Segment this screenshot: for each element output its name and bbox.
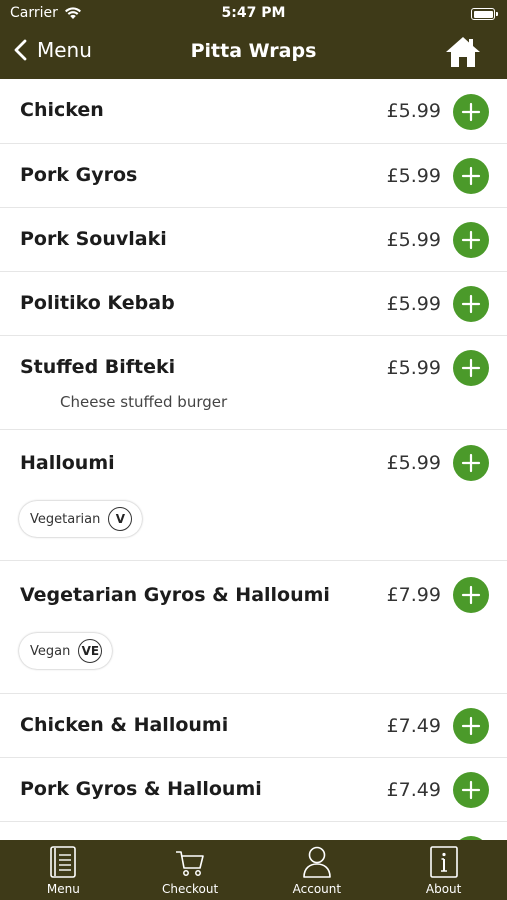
add-to-cart-button[interactable] — [453, 350, 489, 386]
item-name: Pork Gyros & Halloumi — [20, 778, 262, 800]
dietary-tag: Vegan VE — [19, 633, 113, 669]
tab-account-label: Account — [292, 882, 342, 896]
list-item-partial — [0, 822, 507, 840]
item-name: Chicken — [20, 99, 104, 121]
item-name: Pork Gyros — [20, 164, 138, 186]
item-name: Stuffed Bifteki — [20, 356, 176, 378]
item-price: £5.99 — [386, 452, 441, 474]
back-button[interactable]: Menu — [14, 38, 92, 62]
tab-account[interactable]: Account — [254, 840, 381, 900]
plus-icon — [461, 453, 481, 473]
list-item: Pork Gyros £5.99 — [0, 144, 507, 208]
info-icon — [429, 846, 458, 878]
plus-icon — [461, 102, 481, 122]
item-price: £5.99 — [386, 293, 441, 315]
navigation-bar: Menu Pitta Wraps — [0, 28, 507, 79]
cart-icon — [176, 851, 204, 876]
add-to-cart-button[interactable] — [453, 94, 489, 130]
item-name: Halloumi — [20, 452, 115, 474]
battery-icon — [471, 8, 498, 20]
add-to-cart-button[interactable] — [453, 286, 489, 322]
item-price: £7.49 — [386, 715, 441, 737]
add-to-cart-button[interactable] — [453, 445, 489, 481]
item-price: £5.99 — [386, 165, 441, 187]
tab-menu[interactable]: Menu — [0, 840, 127, 900]
item-name: Chicken & Halloumi — [20, 714, 229, 736]
item-price: £7.99 — [386, 584, 441, 606]
list-item: Vegetarian Gyros & Halloumi £7.99 Vegan … — [0, 561, 507, 694]
dietary-tag: Vegetarian V — [19, 501, 143, 537]
tab-about[interactable]: About — [380, 840, 507, 900]
tab-checkout-label: Checkout — [162, 882, 219, 896]
menu-book-icon — [50, 846, 77, 878]
list-item: Halloumi £5.99 Vegetarian V — [0, 430, 507, 561]
plus-icon — [461, 358, 481, 378]
chevron-left-icon — [14, 39, 27, 61]
person-icon — [303, 846, 331, 878]
dietary-tag-label: Vegan — [30, 643, 71, 659]
tab-checkout[interactable]: Checkout — [127, 840, 254, 900]
plus-icon — [461, 230, 481, 250]
item-price: £5.99 — [386, 357, 441, 379]
plus-icon — [461, 585, 481, 605]
plus-icon — [461, 780, 481, 800]
list-item: Pork Gyros & Halloumi £7.49 — [0, 758, 507, 822]
item-price: £5.99 — [386, 100, 441, 122]
list-item: Pork Souvlaki £5.99 — [0, 208, 507, 272]
item-price: £7.49 — [386, 779, 441, 801]
item-name: Pork Souvlaki — [20, 228, 167, 250]
tab-bar: Menu Checkout Account About — [0, 840, 507, 900]
list-item: Stuffed Bifteki £5.99 Cheese stuffed bur… — [0, 336, 507, 430]
home-button[interactable] — [445, 36, 481, 72]
list-item: Chicken £5.99 — [0, 79, 507, 144]
add-to-cart-button[interactable] — [453, 158, 489, 194]
add-to-cart-button[interactable] — [453, 772, 489, 808]
add-to-cart-button[interactable] — [453, 577, 489, 613]
status-time: 5:47 PM — [221, 5, 286, 21]
vegetarian-badge-icon: V — [108, 507, 133, 531]
status-bar: Carrier 5:47 PM — [0, 0, 507, 28]
item-name: Vegetarian Gyros & Halloumi — [20, 584, 330, 606]
list-item: Chicken & Halloumi £7.49 — [0, 694, 507, 758]
plus-icon — [461, 166, 481, 186]
item-description: Cheese stuffed burger — [60, 393, 228, 411]
item-price: £5.99 — [386, 229, 441, 251]
item-name: Politiko Kebab — [20, 292, 175, 314]
product-list: Chicken £5.99 Pork Gyros £5.99 Pork Souv… — [0, 79, 507, 840]
plus-icon — [461, 294, 481, 314]
add-to-cart-button[interactable] — [453, 708, 489, 744]
tab-menu-label: Menu — [46, 882, 80, 896]
plus-icon — [461, 716, 481, 736]
add-to-cart-button[interactable] — [453, 222, 489, 258]
back-label: Menu — [37, 38, 92, 62]
dietary-tag-label: Vegetarian — [30, 511, 101, 527]
tab-about-label: About — [425, 882, 462, 896]
home-icon — [446, 37, 480, 67]
list-item: Politiko Kebab £5.99 — [0, 272, 507, 336]
vegan-badge-icon: VE — [78, 639, 103, 663]
